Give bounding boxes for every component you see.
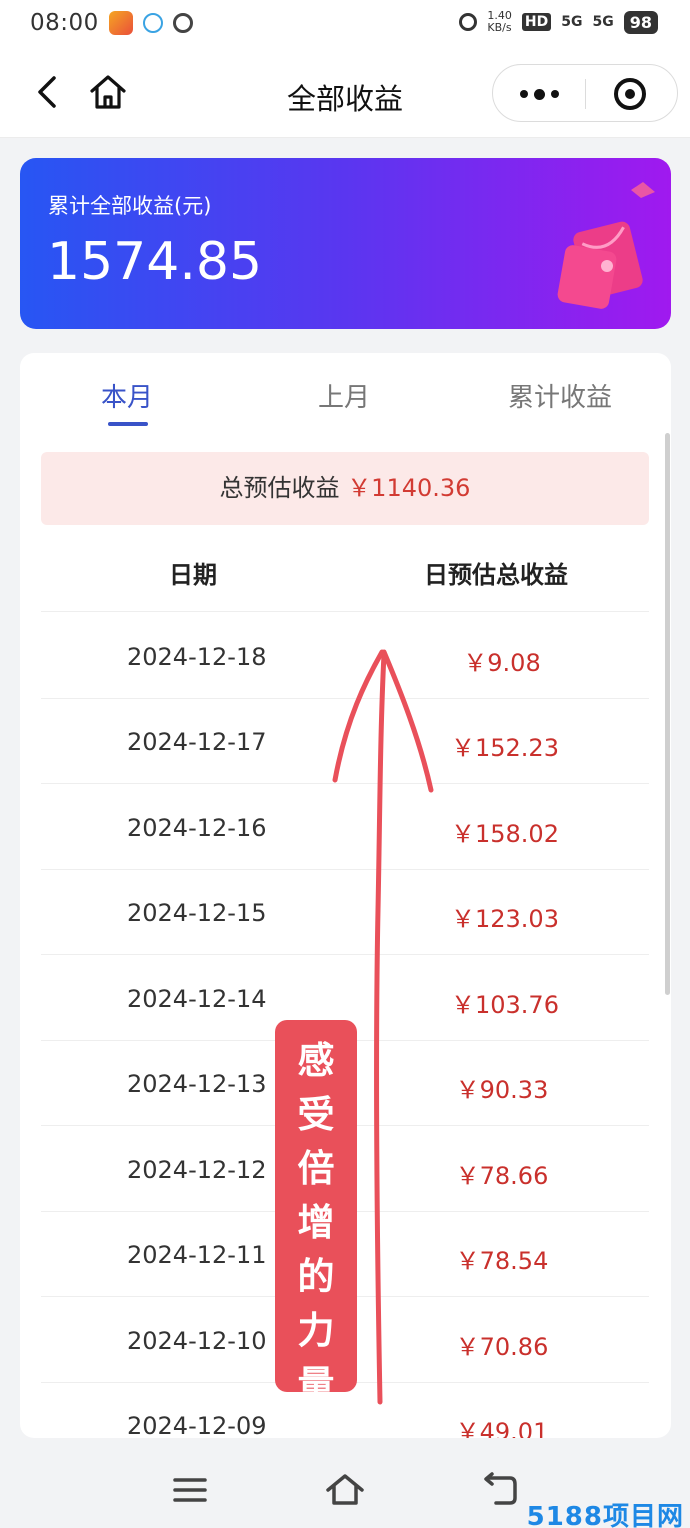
row-date: 2024-12-10 bbox=[127, 1327, 267, 1355]
menu-icon[interactable] bbox=[173, 1476, 207, 1504]
row-date: 2024-12-09 bbox=[127, 1412, 267, 1438]
alarm-icon bbox=[459, 13, 478, 31]
tab-this-month[interactable]: 本月 bbox=[101, 377, 153, 414]
nav-bar: 全部收益 bbox=[0, 46, 690, 138]
more-dots-icon bbox=[519, 90, 528, 98]
table-header: 日期 日预估总收益 bbox=[41, 525, 649, 612]
home-nav-icon[interactable] bbox=[325, 1472, 365, 1506]
browser-notification-icon bbox=[142, 13, 163, 33]
row-date: 2024-12-12 bbox=[127, 1156, 267, 1184]
battery-icon: 98 bbox=[623, 10, 658, 34]
total-earnings-value: 1574.85 bbox=[47, 232, 263, 292]
row-date: 2024-12-13 bbox=[127, 1070, 267, 1098]
row-date: 2024-12-11 bbox=[127, 1241, 267, 1269]
status-time: 08:00 bbox=[30, 10, 99, 36]
active-tab-indicator bbox=[108, 422, 148, 426]
watermark: 5188项目网 bbox=[526, 1502, 684, 1528]
estimated-total-label: 总预估收益 bbox=[219, 474, 340, 502]
row-amount: ￥49.01 bbox=[455, 1418, 549, 1438]
row-amount: ￥78.66 bbox=[455, 1162, 549, 1190]
close-mini-program-button[interactable] bbox=[614, 78, 646, 110]
signal-5g-icon-2: 5G bbox=[592, 14, 614, 30]
sync-notification-icon bbox=[172, 13, 193, 33]
row-amount: ￥9.08 bbox=[463, 649, 541, 677]
row-amount: ￥152.23 bbox=[451, 734, 559, 762]
annotation-label: 感 受 倍 增 的 力 量 bbox=[275, 1020, 357, 1406]
row-date: 2024-12-14 bbox=[127, 985, 267, 1013]
estimated-total-banner: 总预估收益 ￥1140.36 bbox=[41, 452, 649, 525]
column-header-date: 日期 bbox=[169, 561, 217, 589]
row-date: 2024-12-17 bbox=[127, 728, 267, 756]
scrollbar[interactable] bbox=[665, 433, 670, 995]
row-amount: ￥90.33 bbox=[455, 1076, 549, 1104]
signal-5g-icon: 5G bbox=[561, 14, 583, 30]
status-bar: 08:00 1.40 KB/s HD 5G 5G 98 bbox=[0, 0, 690, 46]
status-icons: 1.40 KB/s HD 5G 5G 98 bbox=[459, 10, 658, 34]
total-earnings-label: 累计全部收益(元) bbox=[48, 194, 212, 218]
row-date: 2024-12-15 bbox=[127, 899, 267, 927]
row-amount: ￥78.54 bbox=[455, 1247, 549, 1275]
app-notification-icon bbox=[108, 11, 133, 35]
tab-cumulative[interactable]: 累计收益 bbox=[508, 377, 612, 414]
mini-program-capsule bbox=[492, 64, 678, 122]
period-tabs: 本月 上月 累计收益 bbox=[20, 353, 671, 433]
row-amount: ￥103.76 bbox=[451, 991, 559, 1019]
row-amount: ￥70.86 bbox=[455, 1333, 549, 1361]
row-date: 2024-12-16 bbox=[127, 814, 267, 842]
total-earnings-banner: 累计全部收益(元) 1574.85 bbox=[20, 158, 671, 329]
row-date: 2024-12-18 bbox=[127, 643, 267, 671]
network-speed: 1.40 KB/s bbox=[487, 9, 512, 34]
tab-last-month[interactable]: 上月 bbox=[318, 377, 370, 414]
row-amount: ￥158.02 bbox=[451, 820, 559, 848]
row-amount: ￥123.03 bbox=[451, 905, 559, 933]
column-header-daily-earnings: 日预估总收益 bbox=[424, 561, 568, 589]
more-button[interactable] bbox=[493, 65, 585, 123]
estimated-total-amount: ￥1140.36 bbox=[347, 474, 471, 502]
capsule-divider bbox=[585, 79, 586, 109]
red-envelope-icon bbox=[557, 182, 655, 309]
hd-icon: HD bbox=[521, 13, 552, 31]
back-nav-icon[interactable] bbox=[482, 1472, 518, 1506]
